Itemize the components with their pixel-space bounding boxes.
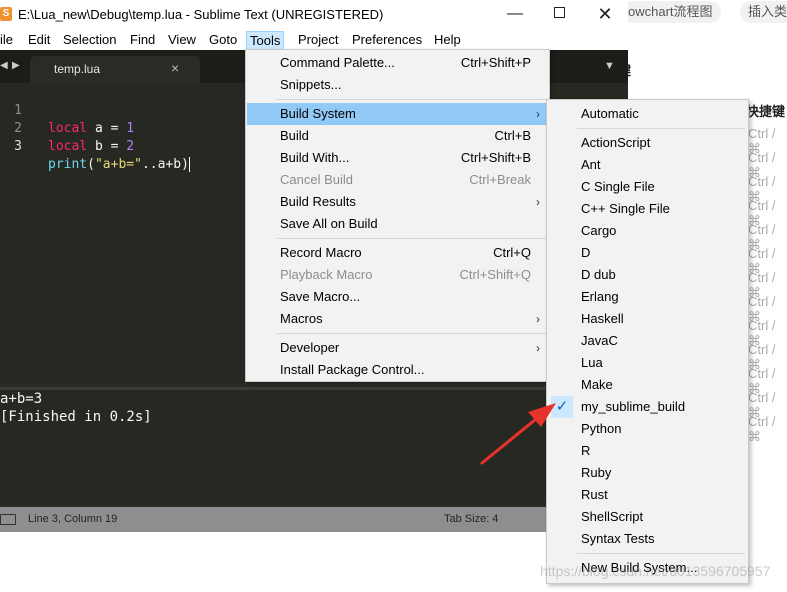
menu-item-developer[interactable]: Developer › xyxy=(247,337,548,359)
build-option-actionscript[interactable]: ActionScript xyxy=(548,132,747,154)
sublime-logo-icon: S xyxy=(0,7,12,21)
menu-item-record-macro[interactable]: Record Macro Ctrl+Q xyxy=(247,242,548,264)
menu-item-build[interactable]: Build Ctrl+B xyxy=(247,125,548,147)
cursor-position: Line 3, Column 19 xyxy=(28,513,118,525)
maximize-button[interactable] xyxy=(547,4,571,24)
menu-tools[interactable]: Tools xyxy=(246,31,285,50)
submenu-arrow-icon: › xyxy=(536,107,540,121)
build-option-cpp-single-file[interactable]: C++ Single File xyxy=(548,198,747,220)
text-cursor xyxy=(188,157,190,172)
menu-item-snippets[interactable]: Snippets... xyxy=(247,74,548,96)
tab-scroll-left-icon[interactable]: ◀ xyxy=(0,60,8,71)
menu-goto[interactable]: Goto xyxy=(206,31,240,50)
panel-toggle-icon[interactable] xyxy=(0,514,16,525)
build-system-submenu: Automatic ActionScript Ant C Single File… xyxy=(546,99,749,584)
menu-help[interactable]: Help xyxy=(431,31,464,50)
window-title: E:\Lua_new\Debug\temp.lua - Sublime Text… xyxy=(18,7,384,22)
code-text: ..a+b xyxy=(141,157,182,172)
tools-menu: Command Palette... Ctrl+Shift+P Snippets.… xyxy=(245,49,550,382)
menu-item-save-all-on-build[interactable]: Save All on Build xyxy=(247,213,548,235)
build-option-shellscript[interactable]: ShellScript xyxy=(548,506,747,528)
menu-find[interactable]: Find xyxy=(127,31,158,50)
build-option-lua[interactable]: Lua xyxy=(548,352,747,374)
tab-temp-lua[interactable]: temp.lua × xyxy=(30,56,200,83)
menu-preferences[interactable]: Preferences xyxy=(349,31,425,50)
menu-separator xyxy=(276,238,546,239)
flowchart-chip[interactable]: owchart流程图 xyxy=(620,1,721,23)
number-literal: 2 xyxy=(126,139,135,154)
submenu-arrow-icon: › xyxy=(536,341,540,355)
tab-size-selector[interactable]: Tab Size: 4 xyxy=(444,513,498,525)
menu-item-cancel-build: Cancel Build Ctrl+Break xyxy=(280,172,531,187)
code-text: ) xyxy=(181,157,189,172)
menu-edit[interactable]: Edit xyxy=(25,31,53,50)
build-option-haskell[interactable]: Haskell xyxy=(548,308,747,330)
code-text: b = xyxy=(87,139,127,154)
menu-selection[interactable]: Selection xyxy=(60,31,119,50)
menu-item-playback-macro: Playback Macro Ctrl+Shift+Q xyxy=(280,267,531,282)
submenu-arrow-icon: › xyxy=(536,195,540,209)
build-option-automatic[interactable]: Automatic xyxy=(548,103,747,125)
minimize-button[interactable]: — xyxy=(503,4,527,24)
build-option-erlang[interactable]: Erlang xyxy=(548,286,747,308)
insert-chip[interactable]: 插入类 xyxy=(740,1,787,23)
menu-separator xyxy=(577,553,745,554)
output-line: [Finished in 0.2s] xyxy=(0,409,152,425)
menu-item-build-system[interactable]: Build System › xyxy=(247,103,548,125)
line-number: 3 xyxy=(14,139,22,154)
build-option-d-dub[interactable]: D dub xyxy=(548,264,747,286)
title-bar: S E:\Lua_new\Debug\temp.lua - Sublime Te… xyxy=(0,0,628,29)
build-option-rust[interactable]: Rust xyxy=(548,484,747,506)
menu-project[interactable]: Project xyxy=(295,31,341,50)
menu-item-macros[interactable]: Macros › xyxy=(247,308,548,330)
menu-item-save-macro[interactable]: Save Macro... xyxy=(247,286,548,308)
bg-shortcut-row: Ctrl / ⌘ xyxy=(748,414,776,444)
code-text: ( xyxy=(87,157,95,172)
menu-item-build-results[interactable]: Build Results › xyxy=(247,191,548,213)
tab-list-dropdown-icon[interactable]: ▼ xyxy=(604,60,615,72)
tab-scroll-right-icon[interactable]: ▶ xyxy=(12,60,20,71)
build-option-ant[interactable]: Ant xyxy=(548,154,747,176)
submenu-arrow-icon: › xyxy=(536,312,540,326)
tab-close-icon[interactable]: × xyxy=(171,60,179,76)
output-line: a+b=3 xyxy=(0,391,43,407)
menu-separator xyxy=(577,128,745,129)
build-option-python[interactable]: Python xyxy=(548,418,747,440)
status-bar: Line 3, Column 19 Tab Size: 4 xyxy=(0,507,628,532)
menu-item-build-with[interactable]: Build With... Ctrl+Shift+B xyxy=(247,147,548,169)
build-output-panel[interactable]: a+b=3 [Finished in 0.2s] xyxy=(0,387,628,503)
bg-table-heading: 快捷键 xyxy=(746,104,786,119)
build-option-make[interactable]: Make xyxy=(548,374,747,396)
tab-label: temp.lua xyxy=(54,62,101,76)
maximize-icon xyxy=(553,6,565,18)
build-option-c-single-file[interactable]: C Single File xyxy=(548,176,747,198)
build-option-javac[interactable]: JavaC xyxy=(548,330,747,352)
build-option-r[interactable]: R xyxy=(548,440,747,462)
menu-separator xyxy=(276,333,546,334)
menu-separator xyxy=(276,99,546,100)
checkmark-icon: ✓ xyxy=(551,396,573,418)
build-option-my-sublime-build[interactable]: ✓ my_sublime_build xyxy=(548,396,747,418)
string-literal: "a+b=" xyxy=(94,157,142,172)
function-name: print xyxy=(48,157,88,172)
build-option-syntax-tests[interactable]: Syntax Tests xyxy=(548,528,747,550)
menu-item-command-palette[interactable]: Command Palette... Ctrl+Shift+P xyxy=(247,52,548,74)
watermark: https://blog.csdn.net/u013596705957 xyxy=(540,563,771,579)
build-option-ruby[interactable]: Ruby xyxy=(548,462,747,484)
menu-item-install-package-control[interactable]: Install Package Control... xyxy=(247,359,548,381)
keyword: local xyxy=(48,139,88,154)
menu-bar: ile Edit Selection Find View Goto Tools … xyxy=(0,29,628,50)
menu-view[interactable]: View xyxy=(165,31,199,50)
menu-file[interactable]: ile xyxy=(0,31,16,50)
build-option-d[interactable]: D xyxy=(548,242,747,264)
close-button[interactable]: ✕ xyxy=(593,4,617,24)
build-option-cargo[interactable]: Cargo xyxy=(548,220,747,242)
